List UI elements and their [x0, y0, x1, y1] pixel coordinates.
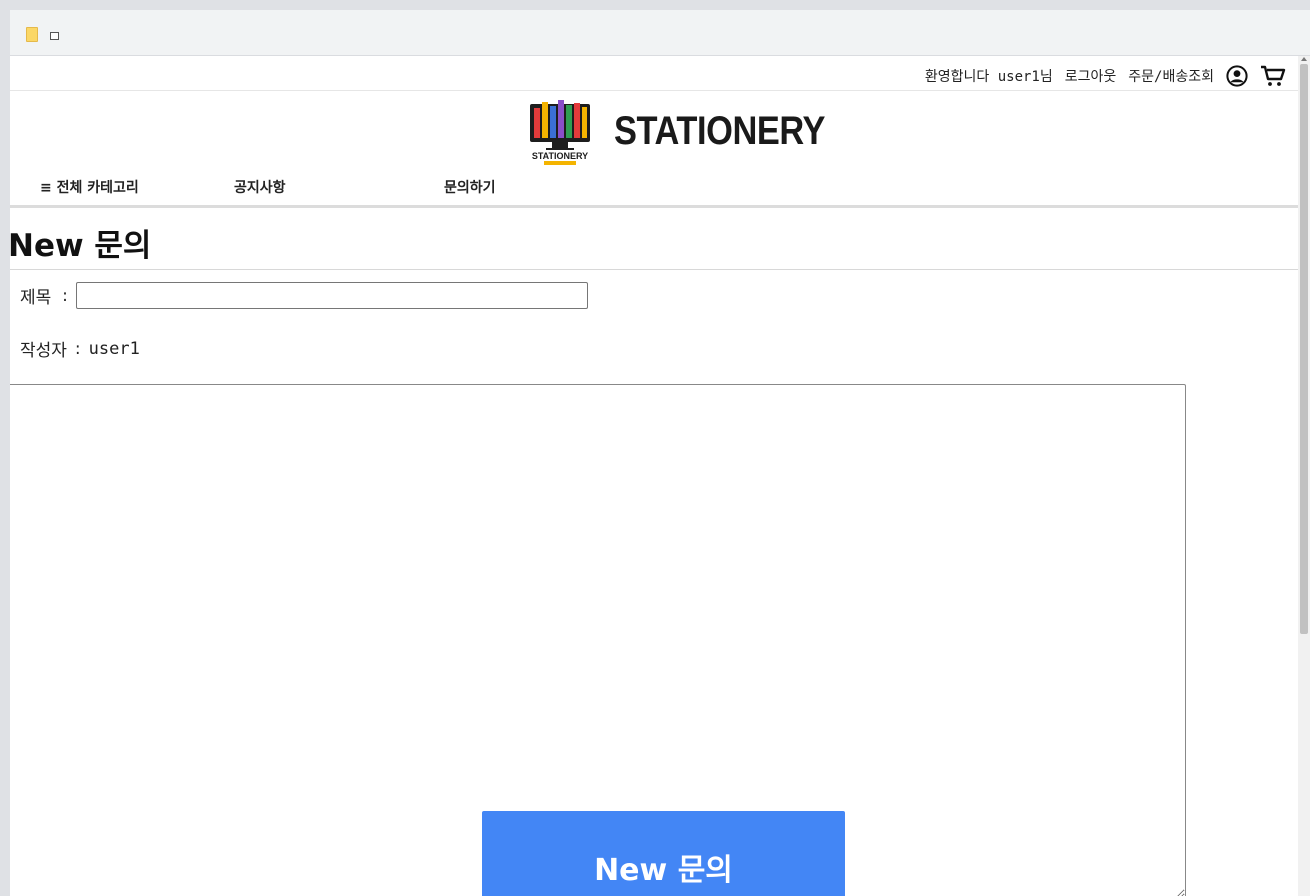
brand-name[interactable]: STATIONERY — [614, 109, 825, 154]
page-title: New 문의 — [10, 228, 152, 264]
scroll-up-icon[interactable] — [1301, 57, 1307, 61]
utility-bar: 환영합니다 user1님 로그아웃 주문/배송조회 — [10, 56, 1298, 91]
title-label: 제목 — [20, 288, 63, 308]
title-divider — [10, 269, 1298, 270]
submit-inquiry-button[interactable]: New 문의 — [482, 811, 845, 896]
brand[interactable]: STATIONERY STATIONERY — [526, 96, 859, 166]
writer-value: user1 — [88, 338, 140, 359]
bookmarks-bar — [10, 10, 1310, 56]
welcome-text: 환영합니다 user1님 — [924, 69, 1053, 85]
browser-frame-edge — [0, 0, 10, 896]
browser-tab-strip — [0, 0, 1310, 10]
writer-colon: : — [74, 338, 81, 359]
order-lookup-link[interactable]: 주문/배송조회 — [1128, 66, 1214, 86]
nav-all-categories[interactable]: ≡ 전체 카테고리 — [40, 177, 139, 197]
scrollbar[interactable] — [1298, 56, 1310, 896]
user-circle-icon[interactable] — [1226, 65, 1248, 87]
writer-row: 작성자 : user1 — [20, 336, 140, 362]
logo-text: STATIONERY — [532, 151, 588, 161]
cart-icon[interactable] — [1260, 64, 1286, 88]
nav-inquiry[interactable]: 문의하기 — [444, 177, 496, 197]
folder-icon[interactable] — [26, 27, 38, 42]
title-colon: : — [62, 285, 68, 306]
page-icon[interactable] — [50, 32, 59, 40]
nav-notice[interactable]: 공지사항 — [234, 177, 286, 197]
title-row: 제목 : — [20, 282, 588, 309]
page: 환영합니다 user1님 로그아웃 주문/배송조회 STATIONERY STA… — [10, 56, 1298, 896]
logout-link[interactable]: 로그아웃 — [1065, 66, 1117, 86]
scroll-thumb[interactable] — [1300, 64, 1308, 634]
main-nav: ≡ 전체 카테고리 공지사항 문의하기 — [10, 172, 1298, 208]
stationery-logo[interactable]: STATIONERY — [526, 96, 594, 166]
writer-label: 작성자 — [20, 341, 67, 361]
title-input[interactable] — [75, 282, 588, 309]
